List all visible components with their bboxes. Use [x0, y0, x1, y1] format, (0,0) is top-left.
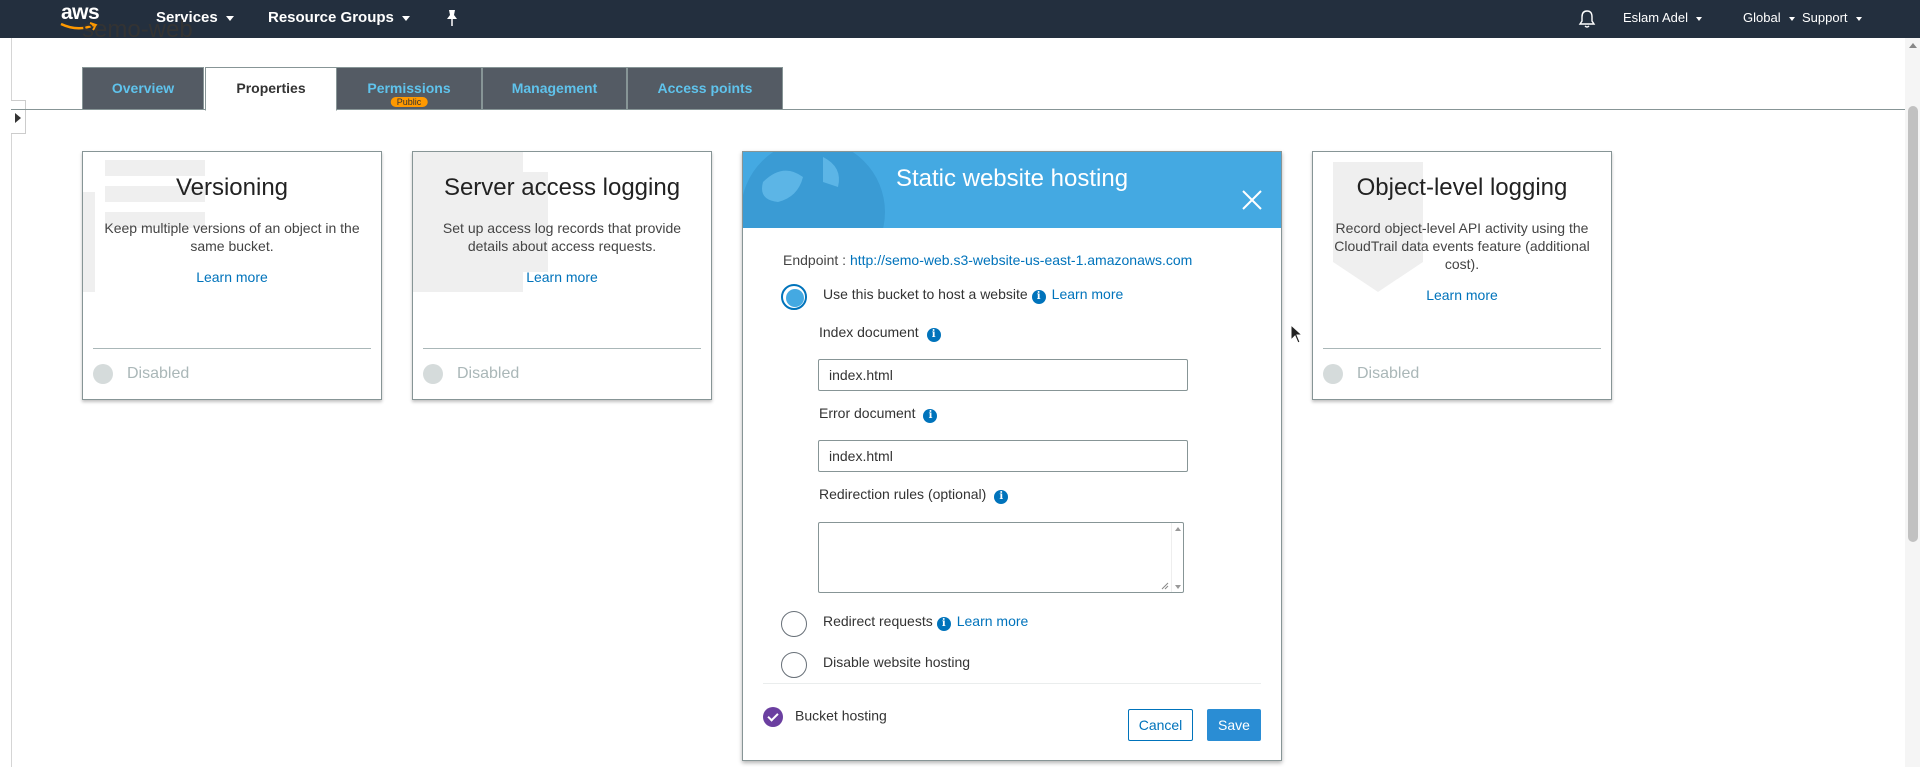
- redirect-requests-option: Redirect requests i Learn more: [823, 613, 1028, 631]
- support-label: Support: [1802, 10, 1848, 25]
- chevron-down-icon: [401, 15, 410, 21]
- resize-handle-icon[interactable]: [1161, 582, 1169, 590]
- card-description: Set up access log records that provide d…: [442, 220, 682, 254]
- resource-groups-label: Resource Groups: [268, 9, 394, 26]
- textarea-scrollbar[interactable]: [1171, 523, 1183, 592]
- learn-more-link[interactable]: Learn more: [1313, 287, 1611, 303]
- cancel-button[interactable]: Cancel: [1128, 709, 1193, 741]
- tab-properties[interactable]: Properties: [205, 67, 337, 111]
- chevron-down-icon: [1696, 16, 1703, 21]
- object-level-logging-card[interactable]: Object-level logging Record object-level…: [1312, 151, 1612, 400]
- tab-label: Overview: [111, 80, 175, 96]
- status-label: Disabled: [127, 365, 190, 383]
- error-document-input[interactable]: [818, 440, 1188, 472]
- info-icon[interactable]: i: [936, 617, 951, 631]
- status-dot-icon: [1323, 364, 1343, 384]
- chevron-down-icon: [1788, 16, 1795, 21]
- tab-access-points[interactable]: Access points: [627, 67, 783, 110]
- side-panel-edge: [11, 38, 12, 767]
- index-document-label: Index document i: [819, 324, 941, 342]
- redirection-rules-text: Redirection rules (optional): [819, 486, 987, 502]
- versioning-card[interactable]: Versioning Keep multiple versions of an …: [82, 151, 382, 400]
- bell-icon[interactable]: [1578, 9, 1596, 29]
- public-badge: Public: [390, 97, 428, 107]
- tab-label: Properties: [236, 80, 306, 96]
- status-label: Disabled: [457, 365, 520, 383]
- card-title: Server access logging: [443, 174, 681, 201]
- tab-permissions[interactable]: Permissions Public: [336, 67, 482, 110]
- learn-more-link[interactable]: Learn more: [1052, 286, 1124, 302]
- region-label: Global: [1743, 10, 1781, 25]
- card-divider: [1323, 348, 1601, 349]
- static-website-hosting-card: Static website hosting Endpoint : http:/…: [742, 151, 1282, 761]
- info-icon[interactable]: i: [1031, 290, 1046, 304]
- index-document-input[interactable]: [818, 359, 1188, 391]
- tab-label: Access points: [657, 80, 753, 96]
- status-dot-icon: [93, 364, 113, 384]
- tab-label: Permissions: [367, 80, 451, 96]
- close-icon[interactable]: [1241, 189, 1263, 211]
- redirection-rules-textarea[interactable]: [818, 522, 1184, 593]
- tab-management[interactable]: Management: [482, 67, 627, 110]
- disable-hosting-radio[interactable]: [781, 652, 807, 678]
- host-website-option: Use this bucket to host a website i Learn …: [823, 286, 1123, 304]
- card-description: Keep multiple versions of an object in t…: [104, 220, 360, 254]
- mouse-cursor-icon: [1290, 324, 1302, 344]
- disable-hosting-label: Disable website hosting: [823, 654, 971, 670]
- status-dot-icon: [423, 364, 443, 384]
- page-title: semo-web: [82, 16, 193, 43]
- redirect-requests-label: Redirect requests: [823, 613, 933, 629]
- chevron-down-icon: [225, 15, 234, 21]
- scroll-up-icon[interactable]: [1909, 43, 1917, 48]
- card-status: Disabled: [423, 364, 519, 384]
- learn-more-link[interactable]: Learn more: [957, 613, 1029, 629]
- region-menu[interactable]: Global: [1743, 0, 1795, 38]
- footer-divider: [763, 683, 1261, 684]
- save-button[interactable]: Save: [1207, 709, 1261, 741]
- redirect-requests-radio[interactable]: [781, 611, 807, 637]
- user-name: Eslam Adel: [1623, 10, 1689, 25]
- tab-label: Management: [511, 80, 598, 96]
- index-document-text: Index document: [819, 324, 919, 340]
- support-menu[interactable]: Support: [1802, 0, 1862, 38]
- side-panel-toggle-button[interactable]: [11, 100, 26, 134]
- hosting-card-title: Static website hosting: [895, 165, 1129, 192]
- check-circle-icon: [763, 707, 783, 727]
- scrollbar-thumb[interactable]: [1908, 106, 1918, 542]
- card-title: Object-level logging: [1356, 174, 1568, 201]
- bucket-hosting-status: Bucket hosting: [763, 707, 887, 727]
- info-icon[interactable]: i: [926, 328, 941, 342]
- hosting-card-header: Static website hosting: [743, 152, 1281, 228]
- learn-more-link[interactable]: Learn more: [83, 269, 381, 285]
- scroll-down-icon[interactable]: [1175, 585, 1181, 589]
- card-divider: [423, 348, 701, 349]
- server-access-logging-card[interactable]: Server access logging Set up access log …: [412, 151, 712, 400]
- user-menu[interactable]: Eslam Adel: [1623, 0, 1703, 38]
- info-icon[interactable]: i: [994, 490, 1009, 504]
- card-status: Disabled: [93, 364, 189, 384]
- tab-overview[interactable]: Overview: [82, 67, 204, 110]
- info-icon[interactable]: i: [923, 409, 938, 423]
- status-label: Disabled: [1357, 365, 1420, 383]
- scroll-up-icon[interactable]: [1175, 527, 1181, 531]
- error-document-label: Error document i: [819, 405, 938, 423]
- card-status: Disabled: [1323, 364, 1419, 384]
- pin-icon[interactable]: [444, 9, 460, 27]
- chevron-down-icon: [1855, 16, 1862, 21]
- resource-groups-menu[interactable]: Resource Groups: [268, 0, 410, 38]
- card-description: Record object-level API activity using t…: [1334, 220, 1590, 272]
- error-document-text: Error document: [819, 405, 916, 421]
- host-website-label: Use this bucket to host a website: [823, 286, 1028, 302]
- endpoint-link[interactable]: http://semo-web.s3-website-us-east-1.ama…: [850, 252, 1192, 268]
- host-website-radio[interactable]: [781, 284, 807, 310]
- card-divider: [93, 348, 371, 349]
- endpoint-label: Endpoint :: [783, 252, 847, 268]
- card-title: Versioning: [175, 174, 289, 201]
- page-scrollbar[interactable]: [1905, 38, 1920, 767]
- learn-more-link[interactable]: Learn more: [413, 269, 711, 285]
- bucket-hosting-label: Bucket hosting: [795, 707, 887, 724]
- endpoint-row: Endpoint : http://semo-web.s3-website-us…: [783, 252, 1192, 268]
- top-navigation-bar: aws Services Resource Groups Eslam Adel …: [0, 0, 1920, 38]
- redirection-rules-label: Redirection rules (optional) i: [819, 486, 1009, 504]
